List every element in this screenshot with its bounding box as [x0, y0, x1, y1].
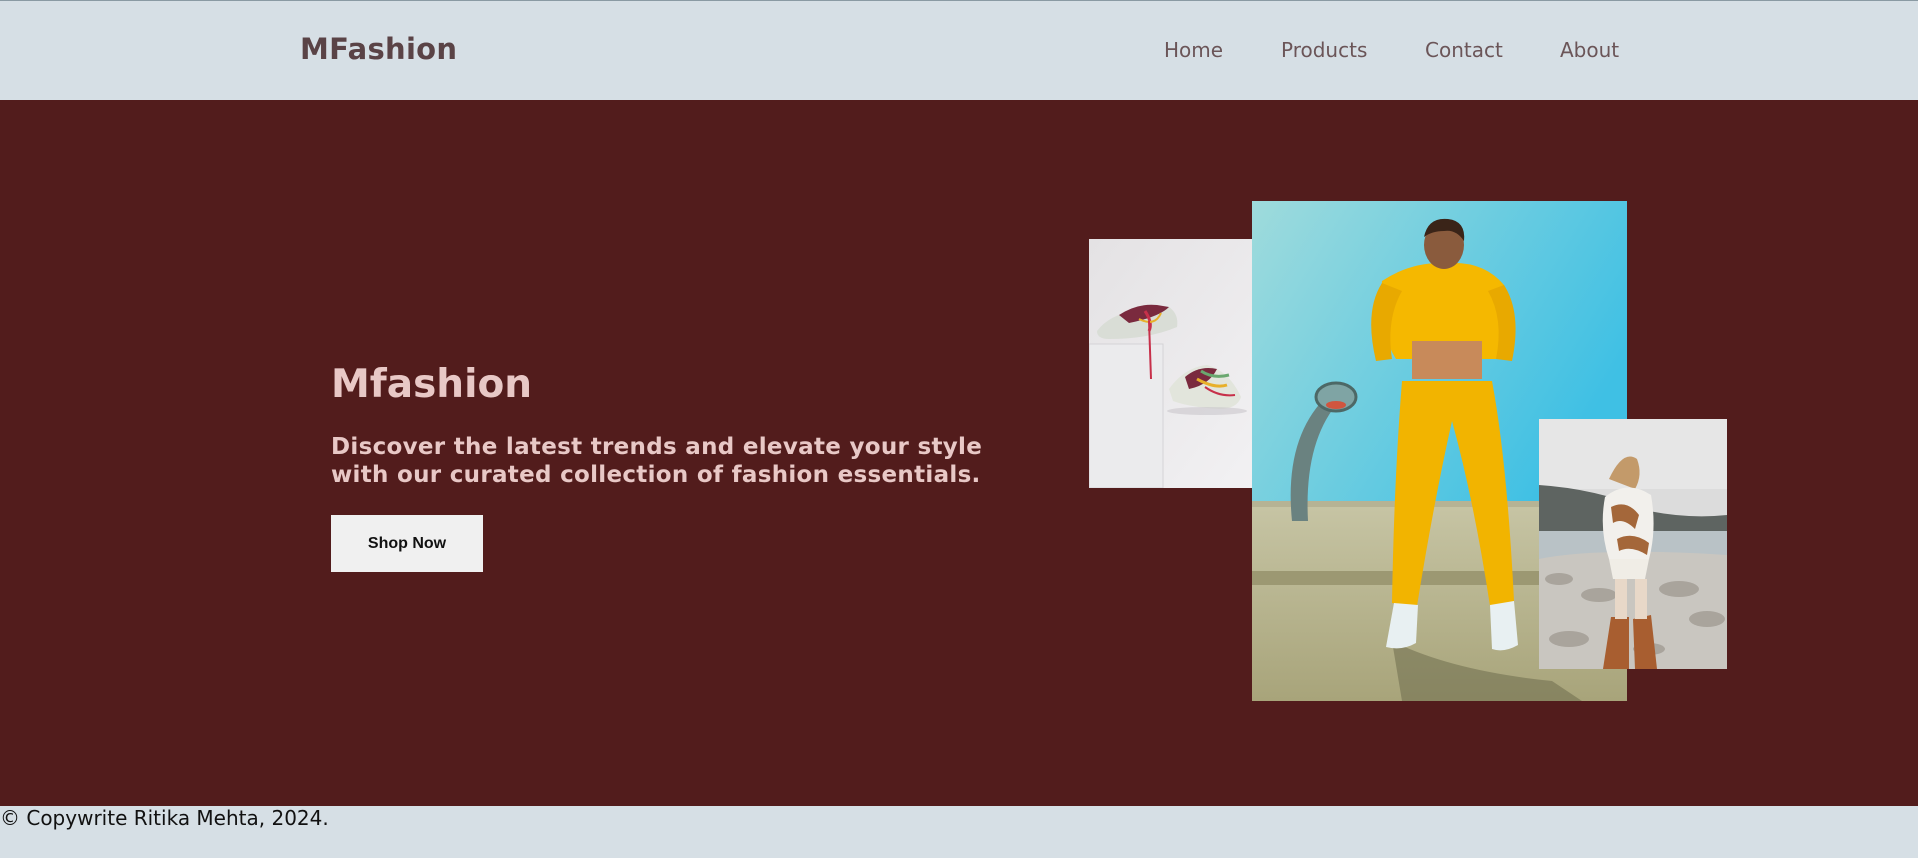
navbar: MFashion Home Products Contact About: [0, 0, 1918, 100]
hero-title: Mfashion: [331, 362, 532, 407]
hero-section: Mfashion Discover the latest trends and …: [0, 100, 1918, 806]
copyright-text: © Copywrite Ritika Mehta, 2024.: [0, 806, 329, 830]
hero-subtitle: Discover the latest trends and elevate y…: [331, 434, 983, 488]
shop-now-button[interactable]: Shop Now: [331, 515, 483, 572]
woman-shore-image: [1539, 419, 1727, 669]
footer: © Copywrite Ritika Mehta, 2024.: [0, 806, 1918, 858]
nav-link-products[interactable]: Products: [1281, 38, 1367, 62]
nav-link-contact[interactable]: Contact: [1425, 38, 1503, 62]
nav-menu: Home Products Contact About: [0, 38, 1918, 68]
nav-link-about[interactable]: About: [1560, 38, 1619, 62]
sneakers-image: [1089, 239, 1277, 488]
nav-link-home[interactable]: Home: [1164, 38, 1223, 62]
